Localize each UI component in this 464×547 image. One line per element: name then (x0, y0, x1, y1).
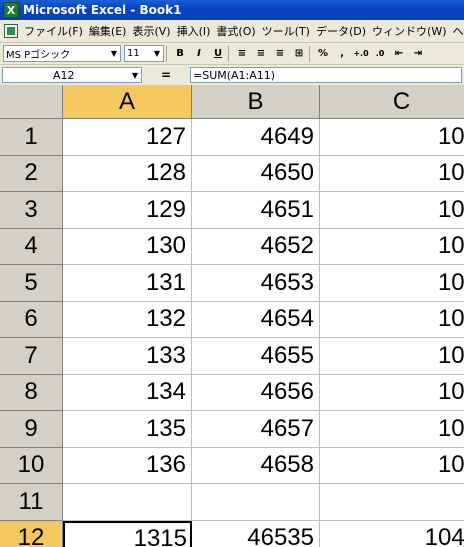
increase-indent-button[interactable]: ⇥ (410, 46, 426, 62)
title-bar: X Microsoft Excel - Book1 (0, 0, 464, 20)
cell-c3[interactable]: 102 (320, 192, 464, 229)
underline-button[interactable]: U (210, 46, 226, 62)
row-header-5[interactable]: 5 (0, 265, 63, 302)
cell-b8[interactable]: 4656 (192, 374, 320, 411)
cell-a8[interactable]: 134 (63, 374, 192, 411)
cell-a6[interactable]: 132 (63, 301, 192, 338)
cell-a10[interactable]: 136 (63, 447, 192, 484)
toolbar-separator (166, 45, 167, 62)
chevron-down-icon[interactable]: ▼ (108, 49, 120, 58)
cell-c4[interactable]: 103 (320, 229, 464, 265)
cell-a11[interactable] (63, 484, 192, 521)
row-header-7[interactable]: 7 (0, 338, 63, 375)
row-header-11[interactable]: 11 (0, 484, 63, 521)
cell-a5[interactable]: 131 (63, 265, 192, 302)
cell-b11[interactable] (192, 484, 320, 521)
toolbar-separator (309, 45, 310, 62)
row-header-6[interactable]: 6 (0, 301, 63, 338)
menu-file[interactable]: ファイル(F) (21, 23, 86, 39)
cell-b12[interactable]: 46535 (192, 520, 320, 547)
name-box[interactable]: A12 ▼ (2, 67, 142, 83)
cell-b4[interactable]: 4652 (192, 228, 320, 265)
cell-a4[interactable]: 130 (63, 228, 192, 265)
row-header-1[interactable]: 1 (0, 119, 63, 156)
font-size-select[interactable]: 11 ▼ (124, 45, 164, 62)
menu-tools[interactable]: ツール(T) (259, 23, 313, 39)
menu-insert[interactable]: 挿入(I) (174, 23, 214, 39)
font-name-value: MS Pゴシック (6, 50, 71, 61)
cell-b3[interactable]: 4651 (192, 192, 320, 229)
cell-a9[interactable]: 135 (63, 411, 192, 448)
menu-help[interactable]: ヘルプ (450, 23, 464, 39)
cell-c10[interactable]: 109 (320, 448, 464, 484)
cell-c2[interactable]: 101 (320, 156, 464, 192)
align-center-button[interactable]: ≡ (253, 46, 269, 62)
name-box-value: A12 (53, 68, 75, 82)
cell-c7[interactable]: 106 (320, 338, 464, 375)
row-header-10[interactable]: 10 (0, 447, 63, 484)
menu-edit[interactable]: 編集(E) (86, 23, 130, 39)
menu-format[interactable]: 書式(O) (213, 23, 258, 39)
increase-decimal-button[interactable]: +.0 (353, 46, 369, 62)
workbook-icon[interactable] (4, 24, 18, 38)
excel-icon[interactable]: X (3, 2, 19, 18)
row-header-4[interactable]: 4 (0, 228, 63, 265)
cell-a1[interactable]: 127 (63, 119, 192, 156)
cell-b1[interactable]: 4649 (192, 119, 320, 156)
align-right-button[interactable]: ≡ (272, 46, 288, 62)
chevron-down-icon[interactable]: ▼ (132, 71, 138, 80)
row-header-9[interactable]: 9 (0, 411, 63, 448)
comma-style-button[interactable]: , (334, 46, 350, 62)
cell-c11[interactable] (320, 484, 464, 521)
cell-b10[interactable]: 4658 (192, 447, 320, 484)
cell-a3[interactable]: 129 (63, 192, 192, 229)
cell-c8[interactable]: 107 (320, 375, 464, 411)
bold-button[interactable]: B (172, 46, 188, 62)
formula-equals-label: = (160, 68, 172, 82)
menu-view[interactable]: 表示(V) (129, 23, 173, 39)
cell-b7[interactable]: 4655 (192, 338, 320, 375)
decrease-decimal-button[interactable]: .0 (372, 46, 388, 62)
cell-b6[interactable]: 4654 (192, 301, 320, 338)
decrease-indent-button[interactable]: ⇤ (391, 46, 407, 62)
select-all-corner[interactable] (0, 85, 63, 119)
cell-b2[interactable]: 4650 (192, 155, 320, 192)
font-size-value: 11 (127, 48, 140, 59)
formula-input[interactable]: =SUM(A1:A11) (190, 67, 462, 83)
format-toolbar: MS Pゴシック ▼ 11 ▼ B I U ≡ ≡ ≡ ⊞ % , +.0 .0… (0, 43, 464, 65)
row-header-12[interactable]: 12 (0, 520, 63, 547)
cell-a12[interactable]: 1315 (63, 520, 192, 547)
worksheet-grid: ABC1127464910021284650101312946511024130… (0, 85, 464, 547)
toolbar-separator (228, 45, 229, 62)
row-header-2[interactable]: 2 (0, 155, 63, 192)
cell-a2[interactable]: 128 (63, 155, 192, 192)
cell-c6[interactable]: 105 (320, 302, 464, 338)
cell-c12[interactable]: 1045 (320, 521, 464, 547)
cell-c5[interactable]: 104 (320, 265, 464, 302)
column-header-b[interactable]: B (192, 85, 320, 119)
menu-bar: ファイル(F) 編集(E) 表示(V) 挿入(I) 書式(O) ツール(T) デ… (0, 20, 464, 43)
align-left-button[interactable]: ≡ (234, 46, 250, 62)
row-header-3[interactable]: 3 (0, 192, 63, 229)
formula-bar: A12 ▼ = =SUM(A1:A11) (0, 65, 464, 85)
column-header-a[interactable]: A (63, 85, 192, 119)
italic-button[interactable]: I (191, 46, 207, 62)
cell-c1[interactable]: 100 (320, 119, 464, 156)
cell-c9[interactable]: 108 (320, 411, 464, 448)
column-header-c[interactable]: C (320, 85, 464, 119)
cell-a7[interactable]: 133 (63, 338, 192, 375)
cell-b9[interactable]: 4657 (192, 411, 320, 448)
font-name-select[interactable]: MS Pゴシック ▼ (3, 45, 121, 62)
menu-window[interactable]: ウィンドウ(W) (369, 23, 449, 39)
menu-data[interactable]: データ(D) (313, 23, 369, 39)
cell-b5[interactable]: 4653 (192, 265, 320, 302)
row-header-8[interactable]: 8 (0, 374, 63, 411)
chevron-down-icon[interactable]: ▼ (151, 49, 163, 58)
percent-style-button[interactable]: % (315, 46, 331, 62)
merge-center-button[interactable]: ⊞ (291, 46, 307, 62)
window-title: Microsoft Excel - Book1 (23, 3, 182, 17)
